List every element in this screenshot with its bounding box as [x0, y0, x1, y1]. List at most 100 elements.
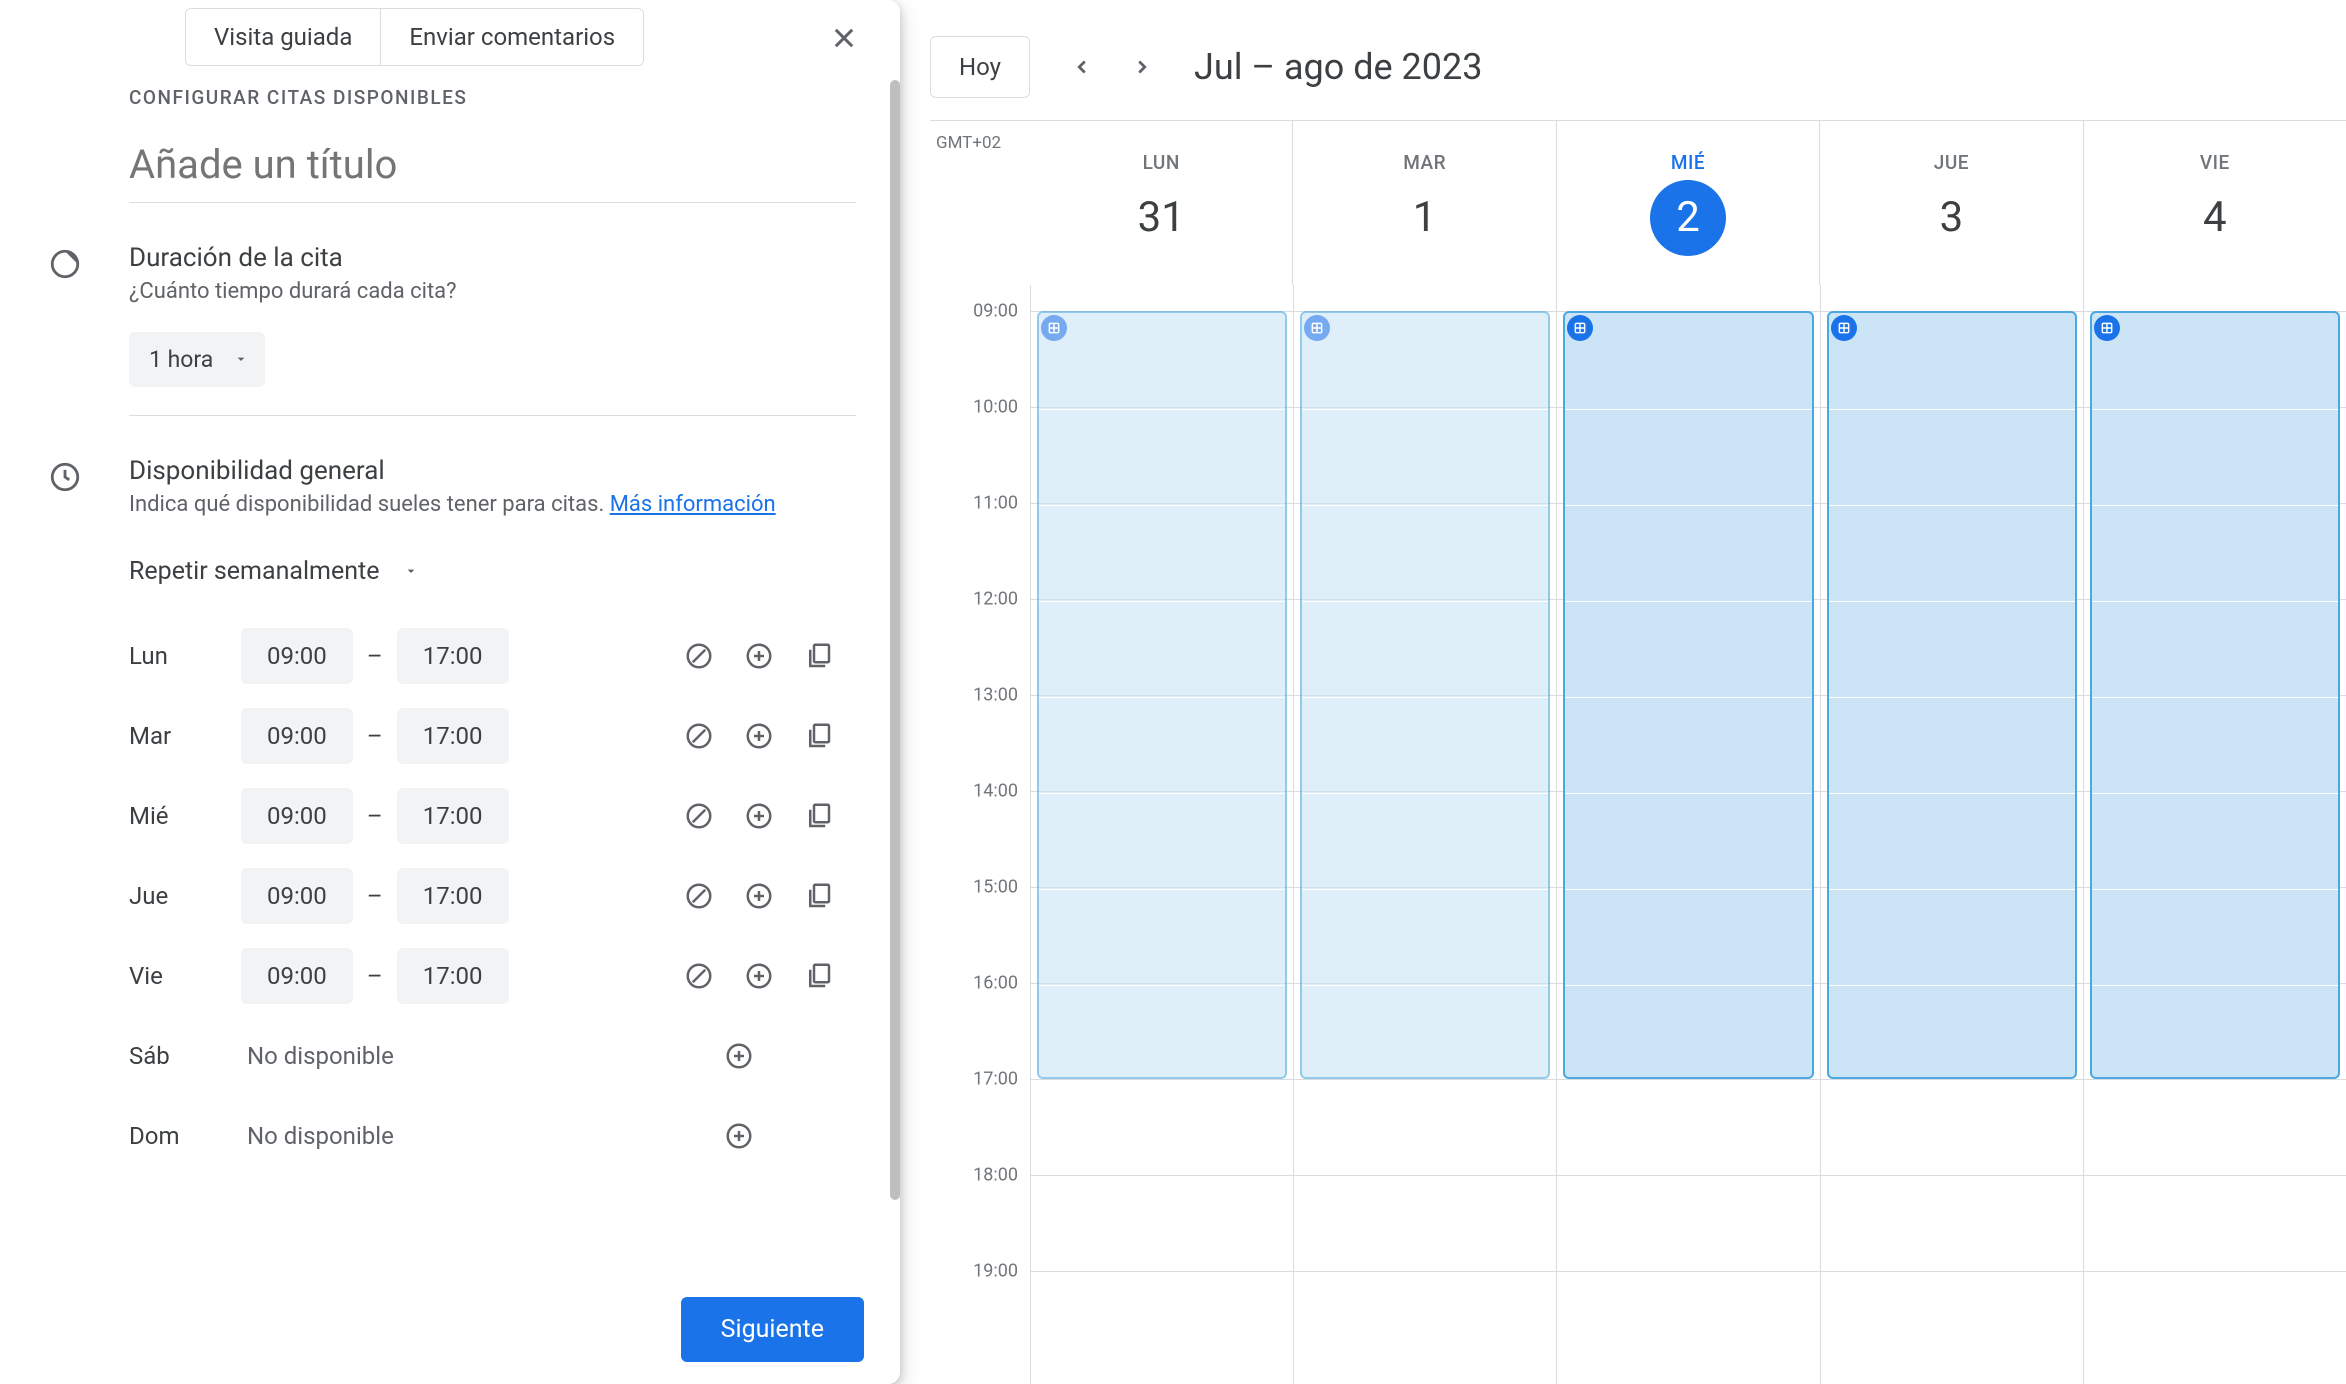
- slot-divider: [2092, 505, 2338, 506]
- slot-divider: [1302, 793, 1548, 794]
- timezone-column: GMT+02 09:0010:0011:0012:0013:0014:0015:…: [930, 121, 1030, 1384]
- copy-to-all-button[interactable]: [802, 719, 836, 753]
- hour-label: 11:00: [973, 493, 1018, 514]
- day-row: DomNo disponible: [129, 1096, 856, 1176]
- appointment-title-input[interactable]: [129, 133, 856, 203]
- slot-divider: [2092, 985, 2338, 986]
- remove-availability-button[interactable]: [682, 719, 716, 753]
- day-label: Vie: [129, 962, 241, 990]
- add-interval-button[interactable]: [742, 639, 776, 673]
- day-header[interactable]: JUE3: [1819, 121, 2082, 285]
- slot-divider: [2092, 697, 2338, 698]
- day-row: SábNo disponible: [129, 1016, 856, 1096]
- day-number: 31: [1123, 180, 1199, 256]
- availability-block[interactable]: [1037, 311, 1287, 1079]
- copy-to-all-button[interactable]: [802, 639, 836, 673]
- remove-availability-button[interactable]: [682, 639, 716, 673]
- day-column[interactable]: [1556, 285, 1819, 1384]
- add-interval-button[interactable]: [742, 879, 776, 913]
- day-header[interactable]: MAR1: [1292, 121, 1555, 285]
- end-time-input[interactable]: 17:00: [397, 948, 509, 1004]
- start-time-input[interactable]: 09:00: [241, 948, 353, 1004]
- remove-availability-button[interactable]: [682, 879, 716, 913]
- day-header[interactable]: MIÉ2: [1556, 121, 1819, 285]
- day-label: Dom: [129, 1122, 241, 1150]
- start-time-input[interactable]: 09:00: [241, 868, 353, 924]
- unavailable-label: No disponible: [241, 1042, 394, 1070]
- appointment-slot-icon: [1831, 315, 1857, 341]
- add-interval-button[interactable]: [742, 799, 776, 833]
- add-interval-button[interactable]: [722, 1039, 756, 1073]
- close-panel-button[interactable]: [824, 18, 864, 58]
- end-time-input[interactable]: 17:00: [397, 628, 509, 684]
- next-week-button[interactable]: [1118, 43, 1166, 91]
- slot-divider: [2092, 793, 2338, 794]
- start-time-input[interactable]: 09:00: [241, 708, 353, 764]
- slot-divider: [1829, 601, 2075, 602]
- days-header: LUN 31 MAR1MIÉ2JUE3VIE4: [1030, 121, 2346, 285]
- start-time-input[interactable]: 09:00: [241, 788, 353, 844]
- availability-block[interactable]: [2090, 311, 2340, 1079]
- slot-divider: [1039, 985, 1285, 986]
- copy-to-all-button[interactable]: [802, 959, 836, 993]
- time-dash: –: [353, 722, 397, 750]
- slot-divider: [1302, 985, 1548, 986]
- add-interval-button[interactable]: [722, 1119, 756, 1153]
- hour-label: 15:00: [973, 877, 1018, 898]
- end-time-input[interactable]: 17:00: [397, 708, 509, 764]
- day-row: Vie09:00–17:00: [129, 936, 856, 1016]
- duration-subtitle: ¿Cuánto tiempo durará cada cita?: [129, 277, 856, 308]
- more-info-link[interactable]: Más información: [610, 492, 776, 517]
- tab-guided-tour[interactable]: Visita guiada: [186, 9, 380, 65]
- remove-availability-button[interactable]: [682, 799, 716, 833]
- day-column[interactable]: [2083, 285, 2346, 1384]
- availability-block[interactable]: [1563, 311, 1813, 1079]
- slot-divider: [1039, 601, 1285, 602]
- slot-divider: [2092, 889, 2338, 890]
- day-header[interactable]: VIE4: [2083, 121, 2346, 285]
- day-name: LUN: [1143, 151, 1180, 174]
- add-interval-button[interactable]: [742, 959, 776, 993]
- slot-divider: [1039, 505, 1285, 506]
- today-button[interactable]: Hoy: [930, 36, 1030, 98]
- clock-icon: [48, 460, 82, 494]
- copy-to-all-button[interactable]: [802, 879, 836, 913]
- availability-title: Disponibilidad general: [129, 456, 856, 486]
- day-header[interactable]: LUN 31: [1030, 121, 1292, 285]
- day-column[interactable]: [1030, 285, 1293, 1384]
- next-button[interactable]: Siguiente: [681, 1297, 864, 1362]
- slot-divider: [1565, 985, 1811, 986]
- end-time-input[interactable]: 17:00: [397, 868, 509, 924]
- add-interval-button[interactable]: [742, 719, 776, 753]
- slot-divider: [1302, 697, 1548, 698]
- appointment-slot-icon: [1567, 315, 1593, 341]
- duration-select[interactable]: 1 hora: [129, 332, 265, 387]
- hour-label: 16:00: [973, 973, 1018, 994]
- grid-body[interactable]: [1030, 285, 2346, 1384]
- repeat-value: Repetir semanalmente: [129, 557, 379, 586]
- remove-availability-button[interactable]: [682, 959, 716, 993]
- slot-divider: [2092, 409, 2338, 410]
- slot-divider: [2092, 601, 2338, 602]
- availability-block[interactable]: [1300, 311, 1550, 1079]
- scrollbar[interactable]: [890, 80, 900, 1200]
- day-column[interactable]: [1820, 285, 2083, 1384]
- repeat-select[interactable]: Repetir semanalmente: [129, 557, 419, 586]
- prev-week-button[interactable]: [1058, 43, 1106, 91]
- copy-to-all-button[interactable]: [802, 799, 836, 833]
- availability-block[interactable]: [1827, 311, 2077, 1079]
- hour-label: 14:00: [973, 781, 1018, 802]
- chevron-left-icon: [1071, 56, 1093, 78]
- panel-tabs-row: Visita guiada Enviar comentarios: [0, 0, 900, 86]
- slot-divider: [1039, 793, 1285, 794]
- day-column[interactable]: [1293, 285, 1556, 1384]
- slot-divider: [1039, 889, 1285, 890]
- start-time-input[interactable]: 09:00: [241, 628, 353, 684]
- tab-send-feedback[interactable]: Enviar comentarios: [380, 9, 643, 65]
- end-time-input[interactable]: 17:00: [397, 788, 509, 844]
- day-label: Jue: [129, 882, 241, 910]
- slot-divider: [1565, 697, 1811, 698]
- day-name: MAR: [1403, 151, 1446, 174]
- unavailable-label: No disponible: [241, 1122, 394, 1150]
- slot-divider: [1039, 409, 1285, 410]
